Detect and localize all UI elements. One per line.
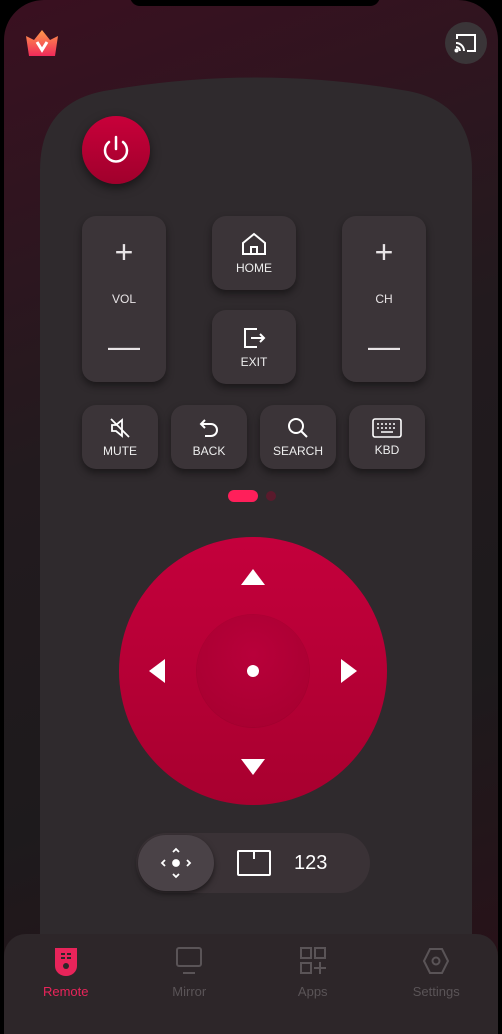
- home-label: HOME: [236, 261, 272, 275]
- exit-icon: [244, 328, 266, 348]
- touchpad-icon: [237, 850, 271, 876]
- tab-label: Remote: [42, 984, 89, 999]
- keyboard-label: KBD: [374, 443, 400, 457]
- search-button[interactable]: SEARCH: [260, 405, 336, 469]
- exit-button[interactable]: EXIT: [212, 310, 296, 384]
- page-dot-active[interactable]: [228, 490, 258, 502]
- remote-icon: [54, 948, 77, 976]
- up-arrow-button[interactable]: [241, 569, 265, 585]
- channel-up-button[interactable]: +: [375, 236, 394, 268]
- tab-label: Mirror: [172, 984, 207, 999]
- dpad-mode-button[interactable]: [138, 835, 214, 891]
- tab-label: Settings: [412, 984, 460, 999]
- volume-label: VOL: [111, 292, 136, 306]
- search-icon: [288, 418, 308, 438]
- numpad-mode-button[interactable]: 123: [294, 852, 327, 875]
- page-dot[interactable]: [266, 491, 276, 501]
- tab-label: Apps: [297, 984, 328, 999]
- ok-dot-icon: [247, 665, 259, 677]
- volume-down-button[interactable]: —: [108, 330, 140, 362]
- keyboard-icon: [372, 418, 402, 438]
- volume-up-button[interactable]: +: [115, 236, 134, 268]
- channel-label: CH: [375, 292, 393, 306]
- mute-icon: [110, 418, 130, 438]
- apps-icon: [299, 947, 326, 974]
- mode-bar: 123: [136, 833, 370, 893]
- tab-remote[interactable]: Remote: [16, 946, 116, 1034]
- home-button[interactable]: HOME: [212, 216, 296, 290]
- back-icon: [199, 419, 218, 437]
- left-arrow-button[interactable]: [149, 659, 165, 683]
- volume-rocker: + VOL —: [82, 216, 166, 382]
- back-button[interactable]: BACK: [171, 405, 247, 469]
- move-icon: [160, 847, 192, 879]
- down-arrow-button[interactable]: [241, 759, 265, 775]
- mute-button[interactable]: MUTE: [82, 405, 158, 469]
- power-icon: [103, 135, 129, 163]
- touchpad-mode-button[interactable]: [214, 849, 294, 877]
- monitor-icon: [176, 947, 203, 974]
- ok-button[interactable]: [197, 615, 309, 727]
- dpad: [119, 537, 387, 805]
- power-button[interactable]: [82, 116, 150, 184]
- exit-label: EXIT: [240, 355, 268, 369]
- right-arrow-button[interactable]: [341, 659, 357, 683]
- mute-label: MUTE: [103, 444, 137, 458]
- back-label: BACK: [192, 444, 226, 458]
- tab-bar: Remote Mirror Apps Settings: [4, 934, 498, 1034]
- tab-apps[interactable]: Apps: [263, 946, 363, 1034]
- channel-down-button[interactable]: —: [368, 330, 400, 362]
- settings-icon: [423, 948, 450, 974]
- home-icon: [242, 232, 266, 255]
- tab-mirror[interactable]: Mirror: [139, 946, 239, 1034]
- keyboard-button[interactable]: KBD: [349, 405, 425, 469]
- channel-rocker: + CH —: [342, 216, 426, 382]
- tab-settings[interactable]: Settings: [386, 946, 486, 1034]
- search-label: SEARCH: [272, 444, 323, 458]
- page-indicator[interactable]: [228, 490, 276, 502]
